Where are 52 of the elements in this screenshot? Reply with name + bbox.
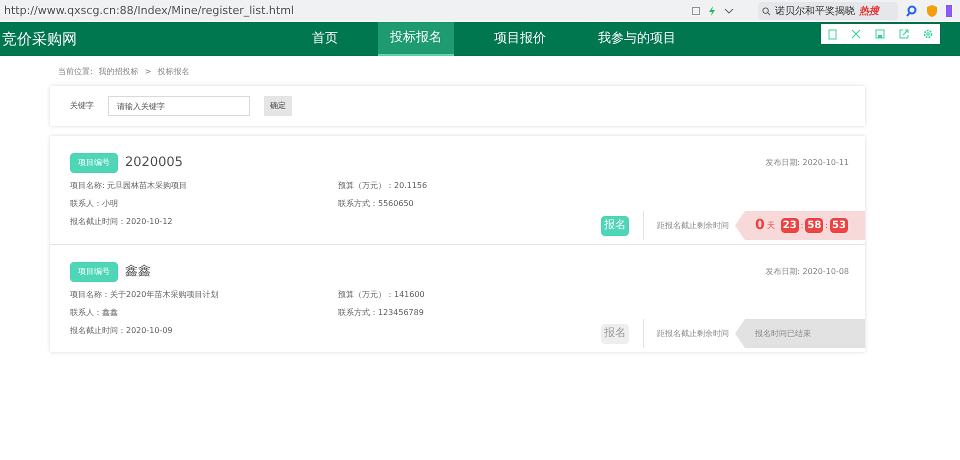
url-text: http://www.qxscg.cn:88/Index/Mine/register_list.html	[4, 2, 294, 19]
search-icon	[762, 6, 771, 16]
days-unit: 天	[766, 220, 775, 232]
chevron-down-icon[interactable]	[724, 8, 734, 14]
confirm-button[interactable]: 确定	[264, 96, 292, 116]
site-logo[interactable]: 竞价采购网	[0, 28, 300, 50]
contact-phone: 联系方式：5560650	[338, 198, 415, 210]
contact-person: 联系人：小明	[70, 198, 119, 210]
breadcrumb-prefix: 当前位置:	[58, 66, 93, 78]
remaining-time-label: 距报名截止剩余时间	[657, 328, 729, 340]
search-field[interactable]: 诺贝尔和平奖揭晓 热搜	[758, 2, 898, 20]
hot-search-label[interactable]: 热搜	[859, 4, 879, 18]
contact-phone: 联系方式：123456789	[338, 307, 425, 319]
registration-ended-banner: 报名时间已结束	[735, 319, 865, 348]
project-number-tag: 项目编号	[70, 262, 118, 282]
deadline-text: 报名截止时间：2020-10-09	[70, 325, 174, 337]
breadcrumb-link[interactable]: 投标报名	[157, 66, 190, 86]
nav-tab[interactable]: 首页	[300, 22, 350, 56]
settings-icon[interactable]	[923, 29, 933, 39]
keyword-input[interactable]: 请输入关键字	[108, 96, 250, 116]
countdown-hours: 23	[780, 218, 799, 233]
budget-text: 预算（万元）：20.1156	[338, 180, 428, 192]
project-name: 项目名称：关于2020年苗木采购项目计划	[70, 289, 220, 301]
lightning-icon[interactable]	[708, 6, 716, 16]
deadline-text: 报名截止时间：2020-10-12	[70, 216, 174, 228]
publish-date: 发布日期: 2020-10-08	[765, 266, 849, 278]
tablet-icon[interactable]	[828, 28, 837, 40]
project-number-tag: 项目编号	[70, 153, 118, 173]
breadcrumb-separator: >	[144, 66, 152, 78]
publish-date: 发布日期: 2020-10-11	[765, 157, 849, 169]
countdown-days: 0	[755, 215, 765, 236]
nav-tab[interactable]: 投标报名	[378, 22, 454, 56]
nav-tab[interactable]: 项目报价	[482, 22, 558, 56]
shield-icon[interactable]	[926, 5, 938, 17]
project-name: 项目名称: 元旦园林苗木采购项目	[70, 180, 188, 192]
project-number: 2020005	[125, 154, 183, 172]
contact-person: 联系人：鑫鑫	[70, 307, 119, 319]
colon-separator: :	[800, 220, 804, 232]
search-text: 诺贝尔和平奖揭晓	[775, 4, 855, 18]
share-icon[interactable]	[899, 29, 909, 39]
budget-text: 预算（万元）：141600	[338, 289, 426, 301]
countdown-seconds: 53	[830, 218, 848, 233]
nav-tab[interactable]: 我参与的项目	[586, 22, 688, 56]
remaining-time-label: 距报名截止剩余时间	[657, 220, 729, 232]
project-number: 鑫鑫	[125, 263, 151, 282]
colon-separator: :	[825, 220, 828, 232]
keyword-label: 关键字	[70, 100, 94, 112]
breadcrumb-link[interactable]: 我的招投标	[98, 66, 139, 86]
countdown-minutes: 58	[805, 218, 824, 233]
search-icon[interactable]	[906, 5, 918, 17]
save-icon[interactable]	[875, 29, 885, 39]
extension-icon[interactable]	[946, 5, 952, 17]
